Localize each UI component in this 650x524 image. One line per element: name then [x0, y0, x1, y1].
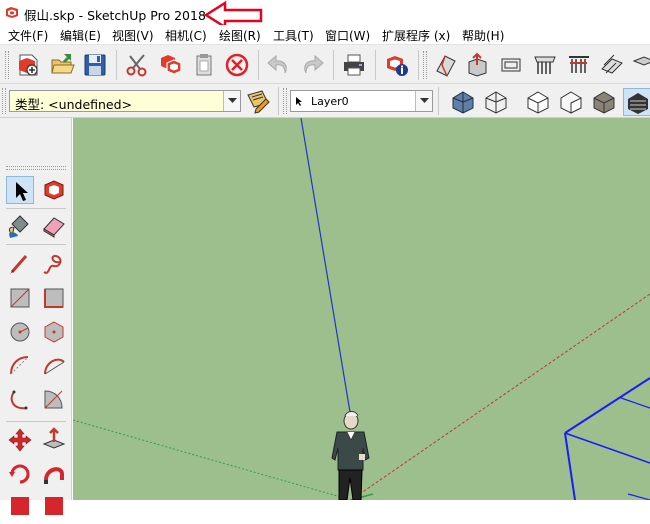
green-axis-line: [73, 419, 352, 500]
toolbar-separator: [418, 50, 419, 80]
menu-camera[interactable]: 相机(C): [165, 27, 207, 44]
push-pull-icon[interactable]: [40, 426, 68, 454]
menu-bar: 文件(F) 编辑(E) 视图(V) 相机(C) 绘图(R) 工具(T) 窗口(W…: [0, 25, 650, 44]
cut-icon[interactable]: [123, 51, 151, 79]
scale-icon[interactable]: [6, 492, 34, 520]
toolbar-separator: [6, 208, 66, 209]
menu-file[interactable]: 文件(F): [8, 27, 48, 44]
blue-axis-line: [300, 118, 352, 419]
follow-me-icon[interactable]: [40, 460, 68, 488]
select-icon[interactable]: [6, 176, 34, 204]
make-component-icon[interactable]: [40, 176, 68, 204]
toolbar-separator: [258, 50, 259, 80]
entity-type-combo[interactable]: 类型: <undefined>: [9, 90, 241, 112]
three-d-text-icon[interactable]: [630, 51, 650, 79]
rotated-rectangle-icon[interactable]: [40, 284, 68, 312]
paste-icon[interactable]: [190, 51, 218, 79]
drawing-viewport[interactable]: [73, 118, 650, 500]
undo-icon[interactable]: [265, 51, 293, 79]
save-icon[interactable]: [81, 51, 109, 79]
scene-canvas[interactable]: [73, 118, 650, 500]
chevron-down-icon[interactable]: [415, 91, 432, 111]
follow-me-icon[interactable]: [498, 51, 526, 79]
layer-name: Layer0: [311, 95, 349, 108]
selected-box-wireframe[interactable]: [564, 377, 650, 500]
monochrome-icon[interactable]: [623, 88, 650, 116]
offset-icon[interactable]: [40, 492, 68, 520]
menu-view[interactable]: 视图(V): [112, 27, 154, 44]
title-bar: 假山.skp - SketchUp Pro 2018: [0, 0, 650, 30]
two-point-arc-icon[interactable]: [40, 352, 68, 380]
erase-icon[interactable]: [223, 51, 251, 79]
polygon-icon[interactable]: [40, 318, 68, 346]
toolbar-separator: [333, 50, 334, 80]
copy-icon[interactable]: [157, 51, 185, 79]
rotate-icon[interactable]: [6, 460, 34, 488]
new-icon[interactable]: [14, 51, 42, 79]
intersect-icon[interactable]: [565, 51, 593, 79]
cursor-arrow-icon: [296, 97, 302, 106]
shaded-textures-icon[interactable]: [590, 88, 618, 116]
section-icon[interactable]: [531, 51, 559, 79]
toolbar-grip[interactable]: [5, 51, 9, 79]
eraser-icon[interactable]: [40, 212, 68, 240]
red-axis-line: [350, 293, 650, 500]
rectangle-icon[interactable]: [6, 284, 34, 312]
arc-icon[interactable]: [6, 352, 34, 380]
toolbar-grip[interactable]: [6, 166, 66, 170]
toolbar-grip[interactable]: [423, 51, 427, 79]
toolbar-separator: [6, 421, 66, 422]
line-icon[interactable]: [6, 250, 34, 278]
window-title: 假山.skp - SketchUp Pro 2018: [24, 8, 206, 23]
toolbar-separator: [375, 50, 376, 80]
print-icon[interactable]: [340, 51, 368, 79]
make-face-icon[interactable]: [432, 51, 460, 79]
secondary-toolbar: 类型: <undefined> Layer0: [0, 84, 650, 118]
shaded-icon[interactable]: [557, 88, 585, 116]
toolbar-separator: [116, 50, 117, 80]
flip-icon[interactable]: [598, 51, 626, 79]
move-icon[interactable]: [6, 426, 34, 454]
scale-figure-person[interactable]: [331, 411, 370, 501]
toolbar-grip[interactable]: [2, 88, 6, 114]
main-toolbar: [0, 44, 650, 84]
chevron-down-icon[interactable]: [223, 91, 240, 111]
layer-pencil-icon[interactable]: [244, 87, 272, 115]
toolbar-grip[interactable]: [283, 88, 287, 114]
menu-edit[interactable]: 编辑(E): [60, 27, 101, 44]
entity-type-value: 类型: <undefined>: [15, 97, 133, 112]
toolbar-separator: [438, 87, 439, 115]
freehand-icon[interactable]: [40, 250, 68, 278]
menu-window[interactable]: 窗口(W): [325, 27, 370, 44]
circle-icon[interactable]: [6, 318, 34, 346]
paint-bucket-icon[interactable]: [6, 212, 34, 240]
redo-icon[interactable]: [298, 51, 326, 79]
pie-icon[interactable]: [40, 386, 68, 414]
wireframe-icon[interactable]: [482, 88, 510, 116]
open-icon[interactable]: [49, 51, 77, 79]
sketchup-app-icon[interactable]: [5, 6, 19, 19]
xray-icon[interactable]: [449, 88, 477, 116]
model-info-icon[interactable]: [383, 51, 411, 79]
menu-tools[interactable]: 工具(T): [273, 27, 314, 44]
menu-extensions[interactable]: 扩展程序 (x): [382, 27, 450, 44]
menu-help[interactable]: 帮助(H): [462, 27, 504, 44]
layer-combo[interactable]: Layer0: [290, 90, 433, 112]
push-pull-icon[interactable]: [464, 51, 492, 79]
three-point-arc-icon[interactable]: [6, 386, 34, 414]
toolbar-separator: [278, 87, 279, 115]
left-toolbar: [0, 118, 72, 515]
menu-draw[interactable]: 绘图(R): [219, 27, 261, 44]
toolbar-separator: [6, 244, 66, 245]
hidden-line-icon[interactable]: [524, 88, 552, 116]
